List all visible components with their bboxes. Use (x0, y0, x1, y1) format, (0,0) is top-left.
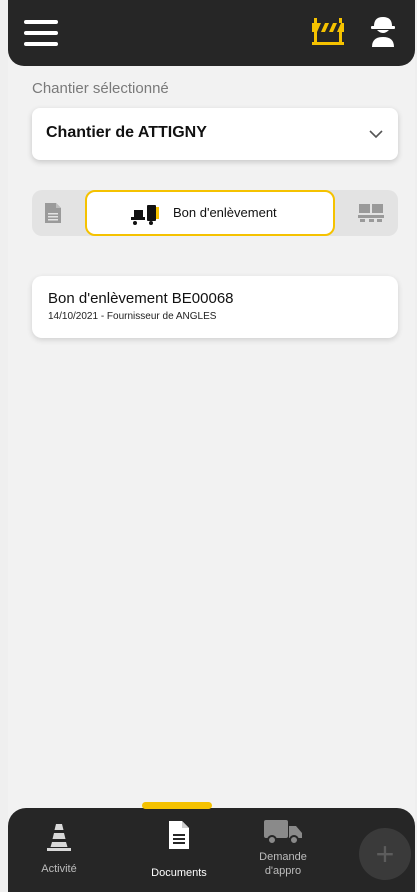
traffic-cone-icon (46, 822, 72, 857)
site-select-value: Chantier de ATTIGNY (46, 124, 207, 141)
nav-documents-label: Documents (151, 867, 207, 879)
nav-activite-label: Activité (41, 863, 77, 875)
app-screen: Chantier sélectionné Chantier de ATTIGNY (8, 0, 415, 892)
top-bar (8, 0, 415, 66)
chevron-down-icon (368, 126, 384, 142)
bottom-navigation: Activité Documents Demande d'appro + (8, 808, 415, 892)
nav-demande-label: Demande d'appro (259, 851, 307, 877)
plus-icon: + (375, 836, 395, 872)
worker-helmet-icon[interactable] (369, 14, 397, 48)
nav-documents[interactable]: Documents (134, 808, 224, 892)
site-selector-label: Chantier sélectionné (32, 80, 169, 97)
add-button[interactable]: + (359, 828, 411, 880)
tab-bon-enlevement[interactable]: Bon d'enlèvement (85, 190, 335, 236)
pallet-icon[interactable] (358, 203, 384, 223)
truck-icon (263, 818, 303, 851)
hamburger-menu-icon[interactable] (24, 20, 58, 48)
nav-demande-appro[interactable]: Demande d'appro (238, 808, 328, 892)
nav-activite[interactable]: Activité (14, 808, 104, 892)
road-barrier-icon[interactable] (311, 16, 345, 46)
document-icon[interactable] (44, 202, 62, 224)
document-title: Bon d'enlèvement BE00068 (48, 290, 234, 307)
document-card[interactable]: Bon d'enlèvement BE00068 14/10/2021 - Fo… (32, 276, 398, 338)
active-tab-indicator (142, 802, 212, 809)
document-type-tabs: Bon d'enlèvement (32, 190, 398, 236)
document-subtitle: 14/10/2021 - Fournisseur de ANGLES (48, 311, 217, 322)
document-icon (168, 820, 190, 855)
tab-bon-enlevement-label: Bon d'enlèvement (173, 205, 277, 220)
site-select[interactable]: Chantier de ATTIGNY (32, 108, 398, 160)
pallet-truck-icon (131, 203, 161, 225)
